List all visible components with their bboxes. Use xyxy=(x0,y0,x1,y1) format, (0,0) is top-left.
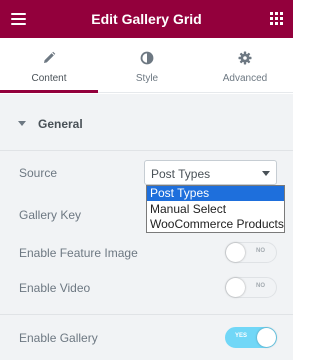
source-dropdown-list: Post Types Manual Select WooCommerce Pro… xyxy=(146,185,285,233)
enable-gallery-label: Enable Gallery xyxy=(19,331,98,345)
section-general-header[interactable]: General xyxy=(0,94,293,155)
tab-advanced[interactable]: Advanced xyxy=(196,38,294,93)
enable-video-label: Enable Video xyxy=(19,281,91,295)
tab-advanced-label: Advanced xyxy=(222,73,268,84)
gallery-key-label: Gallery Key xyxy=(19,208,82,222)
section-divider xyxy=(0,150,293,151)
tab-style-label: Style xyxy=(135,73,159,84)
section-title: General xyxy=(38,117,83,131)
enable-feature-image-toggle[interactable]: NO xyxy=(225,242,277,263)
half-circle-icon xyxy=(98,51,196,67)
toggle-state-text: NO xyxy=(256,283,265,289)
gear-icon xyxy=(196,51,294,67)
toggle-state-text: YES xyxy=(235,333,248,339)
source-label: Source xyxy=(19,166,58,180)
tab-content[interactable]: Content xyxy=(0,38,98,93)
tab-style[interactable]: Style xyxy=(98,38,196,93)
apps-grid-icon[interactable] xyxy=(270,12,283,25)
dropdown-option[interactable]: WooCommerce Products xyxy=(147,217,284,232)
enable-feature-image-label: Enable Feature Image xyxy=(19,246,138,260)
toggle-knob xyxy=(226,278,245,297)
dropdown-option[interactable]: Manual Select xyxy=(147,202,284,217)
toggle-knob xyxy=(257,328,276,347)
page-title: Edit Gallery Grid xyxy=(91,11,202,27)
toggle-state-text: NO xyxy=(256,248,265,254)
source-select[interactable]: Post Types xyxy=(144,160,277,185)
editor-header: Edit Gallery Grid xyxy=(0,0,293,38)
enable-gallery-toggle[interactable]: YES xyxy=(225,327,277,348)
source-select-value: Post Types xyxy=(151,167,211,181)
dropdown-option[interactable]: Post Types xyxy=(147,186,284,201)
enable-video-toggle[interactable]: NO xyxy=(225,277,277,298)
panel-tabs: Content Style Advanced xyxy=(0,38,293,93)
toggle-knob xyxy=(226,243,245,262)
field-divider xyxy=(0,314,293,315)
caret-down-icon xyxy=(18,121,26,126)
pencil-icon xyxy=(0,51,98,67)
chevron-down-icon xyxy=(262,171,270,176)
tab-content-label: Content xyxy=(31,73,67,84)
